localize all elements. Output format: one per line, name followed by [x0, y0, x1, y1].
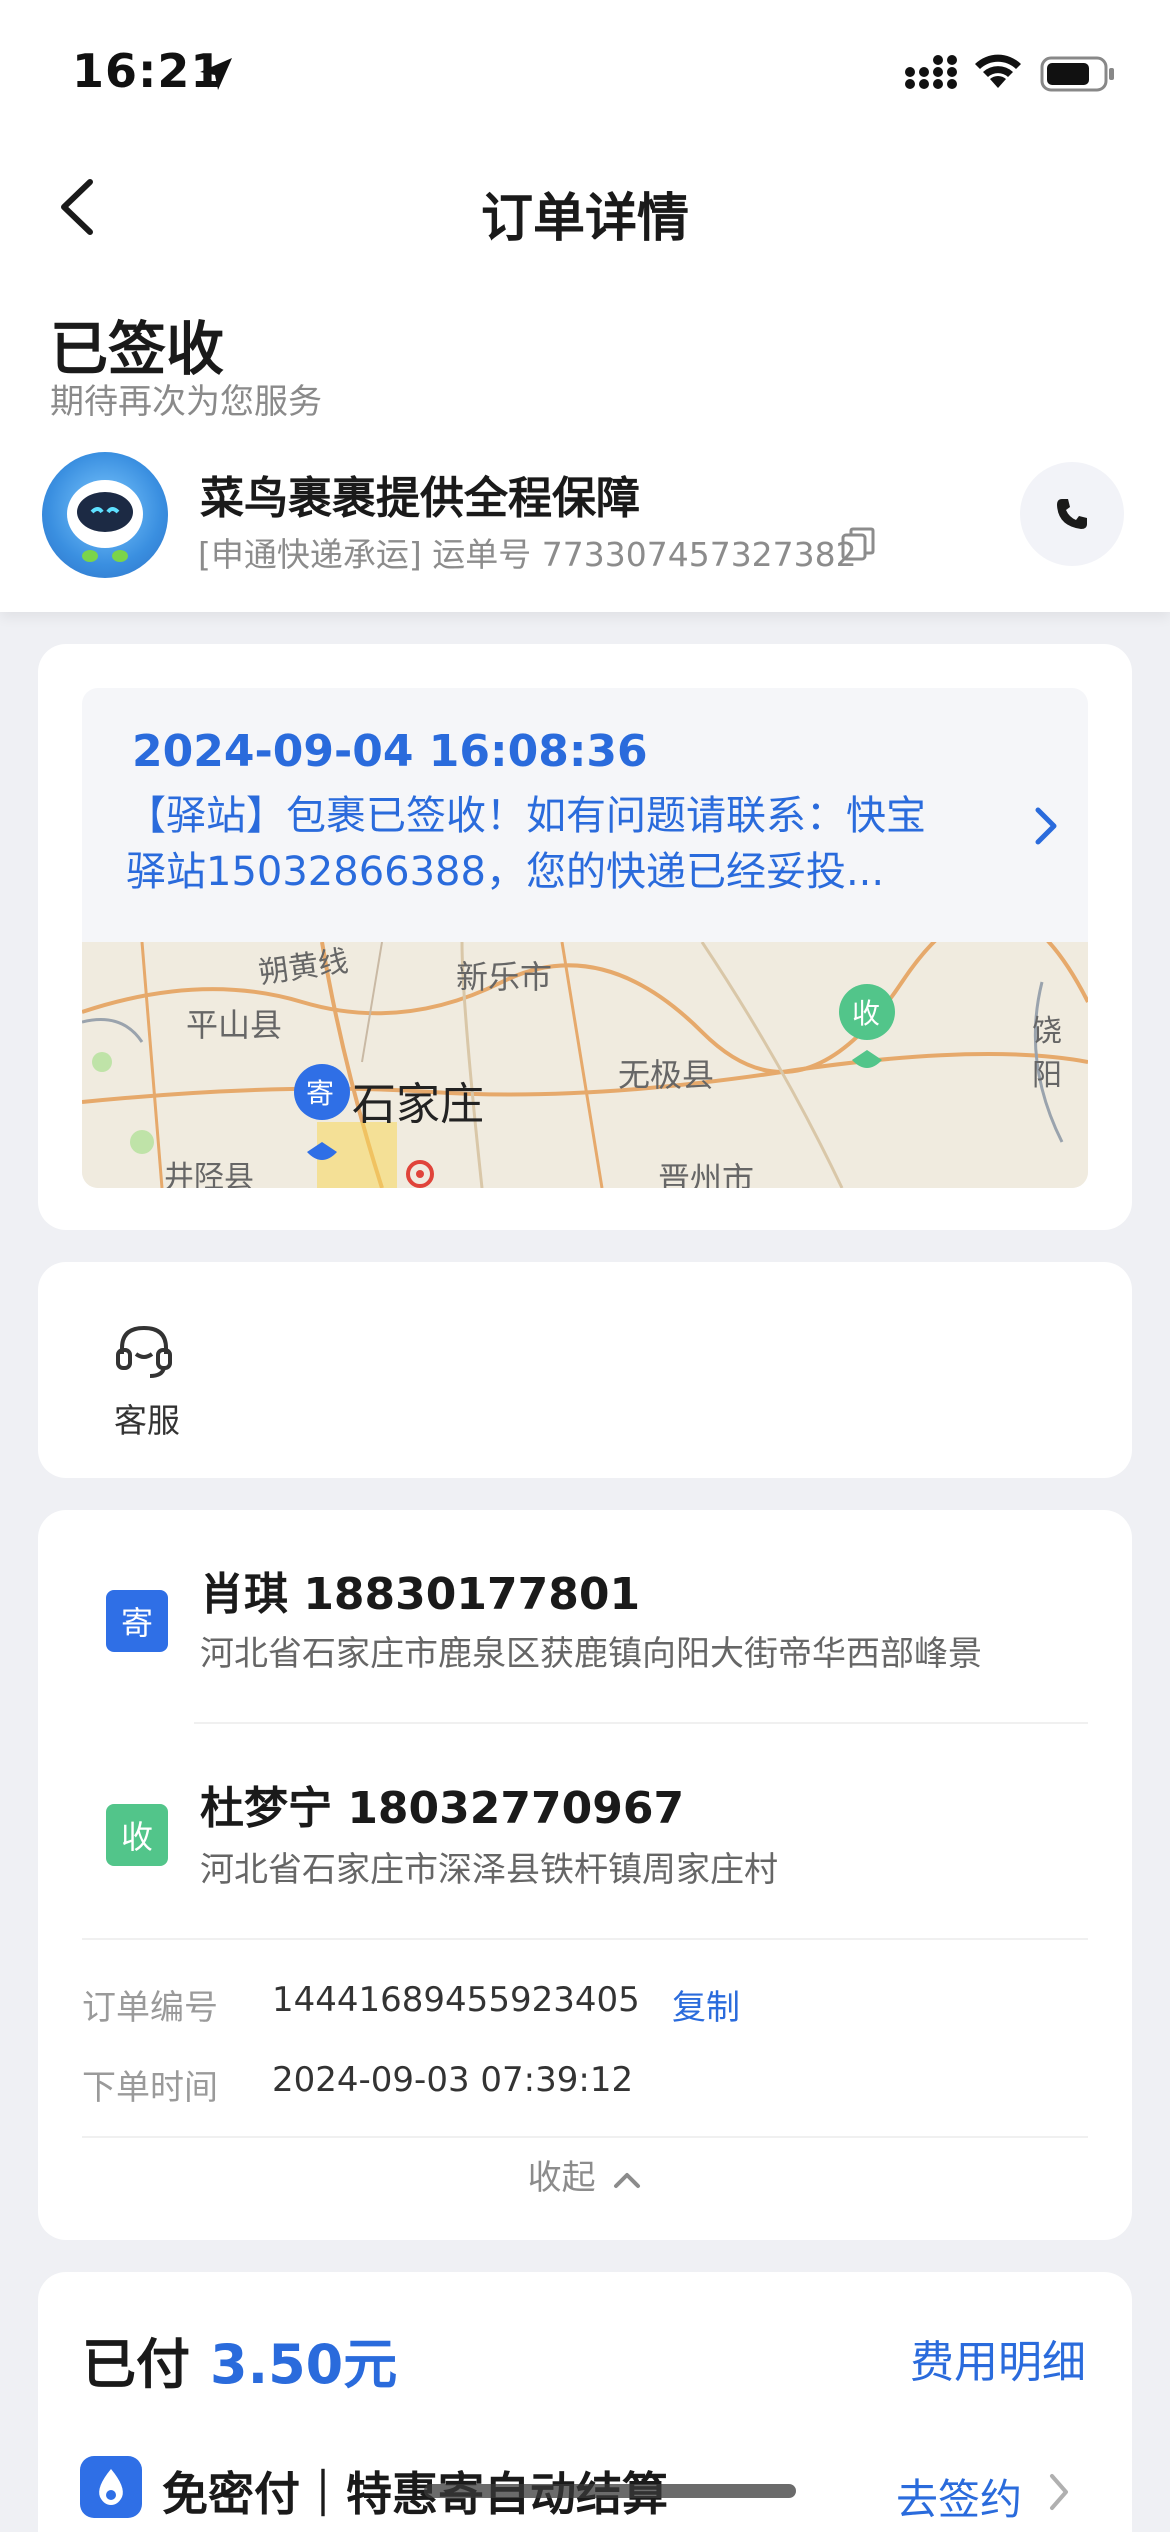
- divider: [82, 1938, 1088, 1940]
- location-arrow-icon: [200, 58, 232, 90]
- order-time: 2024-09-03 07:39:12: [272, 2060, 634, 2100]
- map-label: 晋州市: [658, 1160, 755, 1188]
- phone-icon: [1057, 499, 1087, 529]
- recv-pin-label: 收: [852, 997, 881, 1030]
- paid-amount: 3.50元: [210, 2333, 398, 2396]
- sender-name-phone: 肖琪 18830177801: [200, 1569, 641, 1620]
- chevron-right-icon: [1035, 807, 1057, 845]
- copy-order-button[interactable]: 复制: [672, 1980, 740, 2029]
- wifi-icon: [975, 54, 1021, 88]
- customer-service-label[interactable]: 客服: [114, 1394, 180, 1442]
- receiver-address: 河北省石家庄市深泽县铁杆镇周家庄村: [200, 1850, 778, 1890]
- receiver-badge: 收: [106, 1804, 168, 1866]
- send-pin-label: 寄: [306, 1077, 335, 1110]
- carrier-waybill: [申通快递承运] 运单号 773307457327382: [198, 535, 857, 574]
- map-label: 平山县: [186, 1006, 283, 1044]
- home-indicator[interactable]: [424, 2484, 796, 2498]
- map-label: 井陉县: [164, 1160, 254, 1188]
- collapse-label: 收起: [527, 2158, 596, 2198]
- header-area: 16:21 订单详情 已签收 期待再次为您服务 菜鸟裹裹提供全程保障 [申通快递…: [0, 0, 1170, 612]
- map-label: 无极县: [618, 1056, 715, 1094]
- collapse-button[interactable]: 收起: [38, 2150, 1132, 2199]
- tracking-card: 2024-09-04 16:08:36 【驿站】包裹已签收！如有问题请联系：快宝…: [38, 644, 1132, 1230]
- receiver-name-phone: 杜梦宁 18032770967: [200, 1783, 685, 1834]
- guarantee-title: 菜鸟裹裹提供全程保障: [200, 473, 640, 524]
- map-label: 石家庄: [352, 1079, 484, 1130]
- tracking-message: 【驿站】包裹已签收！如有问题请联系：快宝驿站15032866388，您的快递已经…: [126, 793, 926, 895]
- call-button[interactable]: [1020, 462, 1124, 566]
- map-label: 饶阳: [1032, 1014, 1062, 1093]
- tracking-time: 2024-09-04 16:08:36: [132, 726, 648, 777]
- order-number-label: 订单编号: [82, 1988, 218, 2028]
- paid-label: 已付: [82, 2333, 190, 2396]
- divider: [194, 1722, 1088, 1724]
- order-time-label: 下单时间: [82, 2068, 218, 2108]
- headset-icon[interactable]: [112, 1320, 176, 1382]
- latest-tracking[interactable]: 2024-09-04 16:08:36 【驿站】包裹已签收！如有问题请联系：快宝…: [82, 688, 1088, 1188]
- battery-icon: [1040, 56, 1114, 92]
- fee-detail-link[interactable]: 费用明细: [910, 2326, 1086, 2390]
- sender-badge: 寄: [106, 1590, 168, 1652]
- signal-icon: [905, 55, 957, 89]
- auto-pay-icon: [80, 2456, 142, 2518]
- sign-up-link[interactable]: 去签约: [896, 2466, 1022, 2527]
- chevron-right-icon: [1050, 2474, 1068, 2510]
- copy-icon[interactable]: [840, 526, 876, 562]
- divider: [82, 2136, 1088, 2138]
- sender-address: 河北省石家庄市鹿泉区获鹿镇向阳大街帝华西部峰景: [200, 1634, 982, 1674]
- map-label: 新乐市: [456, 958, 553, 996]
- cainiao-mascot-avatar: [42, 452, 168, 578]
- address-card: 寄 肖琪 18830177801 河北省石家庄市鹿泉区获鹿镇向阳大街帝华西部峰景…: [38, 1510, 1132, 2240]
- service-card: 客服: [38, 1262, 1132, 1478]
- chevron-up-icon: [614, 2172, 641, 2188]
- delivery-status-subtitle: 期待再次为您服务: [50, 382, 322, 422]
- page-title: 订单详情: [480, 189, 689, 249]
- order-number: 14441689455923405: [272, 1980, 640, 2020]
